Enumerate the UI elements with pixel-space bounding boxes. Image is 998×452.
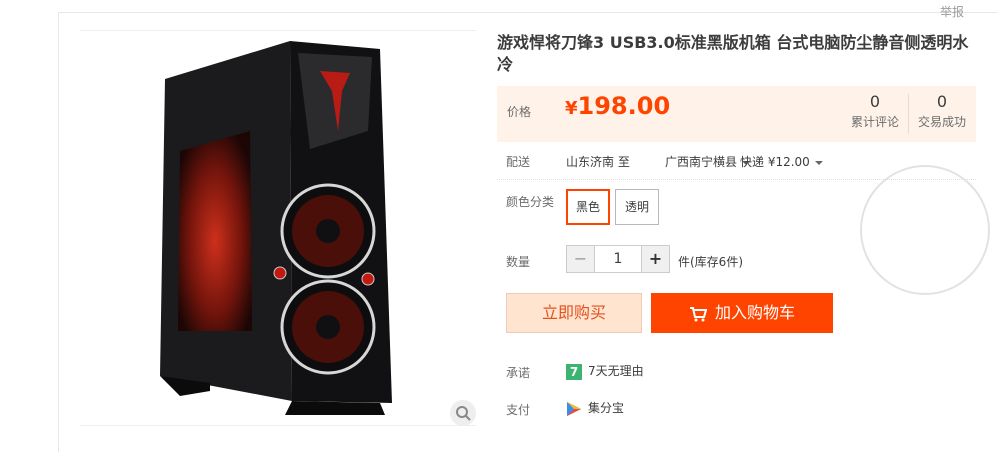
quantity-label: 数量	[506, 255, 531, 269]
stock-text: 件(库存6件)	[678, 255, 743, 269]
review-count: 0	[869, 92, 881, 111]
review-stat[interactable]: 0 累计评论	[841, 92, 909, 130]
color-option-transparent[interactable]: 透明	[615, 189, 659, 225]
buy-now-button[interactable]: 立即购买	[506, 293, 642, 333]
watermark-logo	[860, 165, 990, 295]
price-label: 价格	[507, 105, 532, 119]
color-label: 颜色分类	[506, 195, 555, 209]
sales-label: 交易成功	[917, 115, 966, 129]
add-to-cart-button[interactable]: 加入购物车	[651, 293, 833, 333]
zoom-button[interactable]	[450, 400, 476, 426]
delivery-label: 配送	[506, 155, 531, 169]
payment-label: 支付	[506, 403, 531, 417]
report-link[interactable]: 举报	[940, 3, 964, 20]
increase-button[interactable]: +	[642, 246, 669, 272]
magnifier-icon	[456, 406, 471, 421]
product-title: 游戏悍将刀锋3 USB3.0标准黑版机箱 台式电脑防尘静音侧透明水冷	[497, 33, 969, 74]
seven-day-return-icon: 7	[566, 363, 582, 380]
promise-text: 7天无理由	[588, 364, 644, 378]
sales-count: 0	[936, 92, 948, 111]
promise-item[interactable]: 7 7天无理由	[566, 362, 644, 380]
sales-stat: 0 交易成功	[908, 92, 976, 130]
price-panel: 价格 ¥198.00 0 累计评论 0 交易成功	[497, 86, 976, 142]
price-amount: 198.00	[577, 92, 671, 120]
product-image[interactable]	[80, 30, 476, 426]
delivery-destination[interactable]: 广西南宁横县	[665, 153, 751, 170]
price-value: ¥198.00	[565, 92, 670, 120]
color-option-black[interactable]: 黑色	[566, 189, 610, 225]
promise-label: 承诺	[506, 366, 531, 380]
currency-symbol: ¥	[565, 98, 578, 119]
jifenbao-icon	[567, 401, 581, 416]
shipping-select[interactable]: 快递 ¥12.00	[740, 153, 823, 170]
quantity-stepper: − 1 +	[566, 245, 670, 273]
decrease-button[interactable]: −	[567, 246, 594, 272]
quantity-input[interactable]: 1	[594, 246, 642, 272]
pc-case-image	[160, 41, 392, 415]
add-to-cart-label: 加入购物车	[714, 303, 795, 322]
cart-icon	[689, 306, 708, 321]
payment-text: 集分宝	[588, 401, 625, 415]
review-label: 累计评论	[850, 115, 899, 129]
shipping-text: 快递 ¥12.00	[740, 155, 810, 169]
payment-item[interactable]: 集分宝	[566, 399, 624, 417]
delivery-from: 山东济南 至	[566, 155, 630, 169]
destination-text: 广西南宁横县	[665, 155, 738, 169]
chevron-down-icon	[814, 160, 823, 165]
